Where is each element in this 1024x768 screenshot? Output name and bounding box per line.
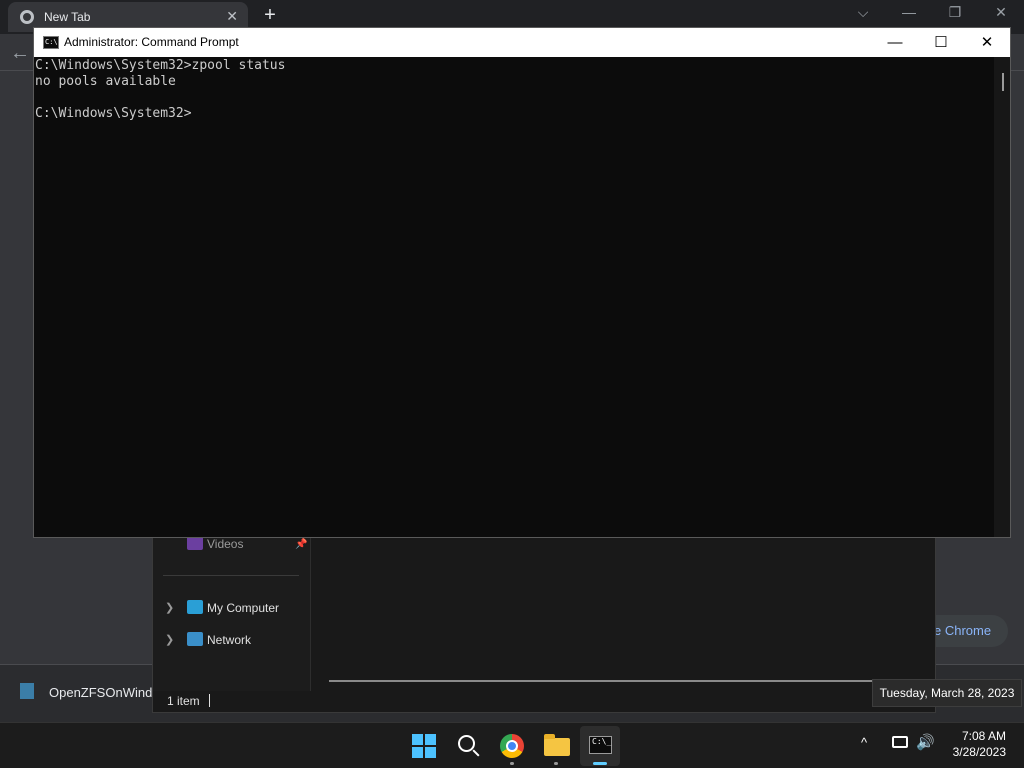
console-prompt-line[interactable]: C:\Windows\System32>: [35, 106, 994, 122]
cmd-window-title: Administrator: Command Prompt: [64, 35, 239, 49]
download-file-icon: [20, 683, 34, 699]
taskbar-chrome-button[interactable]: [492, 726, 532, 766]
clock-time[interactable]: 7:08 AM: [940, 729, 1006, 743]
nav-item-label: Videos: [207, 537, 244, 551]
videos-folder-icon: [187, 536, 203, 550]
cmd-console-output[interactable]: C:\Windows\System32>zpool status no pool…: [34, 57, 994, 537]
chrome-favicon-icon: [20, 10, 34, 24]
chrome-close-button[interactable]: ✕: [986, 4, 1016, 21]
taskbar: C:\_: [0, 722, 1024, 768]
chrome-back-arrow-icon[interactable]: ←: [10, 42, 30, 65]
cmd-maximize-button[interactable]: ☐: [918, 28, 964, 57]
nav-item-network[interactable]: ❯ Network: [153, 629, 311, 651]
clock-date[interactable]: 3/28/2023: [940, 745, 1006, 759]
windows-logo-icon: [412, 734, 436, 758]
clock-date-tooltip: Tuesday, March 28, 2023: [872, 679, 1022, 707]
network-tray-icon[interactable]: [892, 736, 908, 748]
chrome-icon: [500, 734, 524, 758]
nav-item-my-computer[interactable]: ❯ My Computer: [153, 597, 311, 619]
explorer-status-item-count: 1 item: [167, 694, 200, 708]
file-explorer-window: Videos 📌 ❯ My Computer ❯ Network 1 item: [152, 520, 936, 713]
taskbar-terminal-button[interactable]: C:\_: [580, 726, 620, 766]
status-separator: [209, 694, 210, 707]
cmd-close-button[interactable]: ✕: [964, 28, 1010, 57]
explorer-horizontal-scrollbar[interactable]: [329, 680, 873, 682]
chrome-tab-search-icon[interactable]: ⌵: [848, 4, 878, 21]
chrome-new-tab-button[interactable]: +: [258, 4, 282, 27]
network-icon: [187, 632, 203, 646]
active-indicator: [593, 762, 607, 765]
start-button[interactable]: [404, 726, 444, 766]
chrome-tab-title: New Tab: [44, 10, 91, 24]
volume-icon[interactable]: 🔊: [916, 733, 935, 751]
pin-icon[interactable]: 📌: [295, 539, 307, 550]
terminal-icon: C:\_: [589, 736, 612, 754]
nav-item-label: My Computer: [207, 601, 280, 615]
cmd-app-icon[interactable]: C:\: [43, 36, 59, 49]
folder-icon: [544, 734, 570, 756]
show-hidden-icons-chevron-icon[interactable]: ^: [861, 735, 867, 750]
search-button[interactable]: [448, 726, 488, 766]
explorer-nav-pane: Videos 📌 ❯ My Computer ❯ Network: [153, 521, 311, 691]
chrome-restore-button[interactable]: ❐: [940, 4, 970, 21]
taskbar-file-explorer-button[interactable]: [536, 726, 576, 766]
chevron-right-icon[interactable]: ❯: [165, 633, 174, 646]
cmd-vertical-scrollbar[interactable]: [994, 57, 1010, 537]
download-item-label[interactable]: OpenZFSOnWindc: [49, 685, 153, 700]
cmd-title-bar[interactable]: C:\ Administrator: Command Prompt — ☐ ✕: [34, 28, 1010, 57]
running-indicator: [510, 762, 514, 765]
console-line: no pools available: [35, 74, 176, 89]
cmd-scrollbar-thumb[interactable]: [1002, 73, 1004, 91]
search-icon-handle: [472, 749, 480, 757]
nav-divider: [163, 575, 299, 576]
chrome-minimize-button[interactable]: —: [894, 4, 924, 20]
command-prompt-window[interactable]: C:\ Administrator: Command Prompt — ☐ ✕ …: [33, 27, 1011, 538]
chevron-right-icon[interactable]: ❯: [165, 601, 174, 614]
computer-icon: [187, 600, 203, 614]
console-line: C:\Windows\System32>zpool status: [35, 58, 286, 73]
cmd-minimize-button[interactable]: —: [872, 28, 918, 57]
chrome-tab-close-icon[interactable]: ✕: [226, 8, 238, 25]
nav-item-label: Network: [207, 633, 252, 647]
running-indicator: [554, 762, 558, 765]
